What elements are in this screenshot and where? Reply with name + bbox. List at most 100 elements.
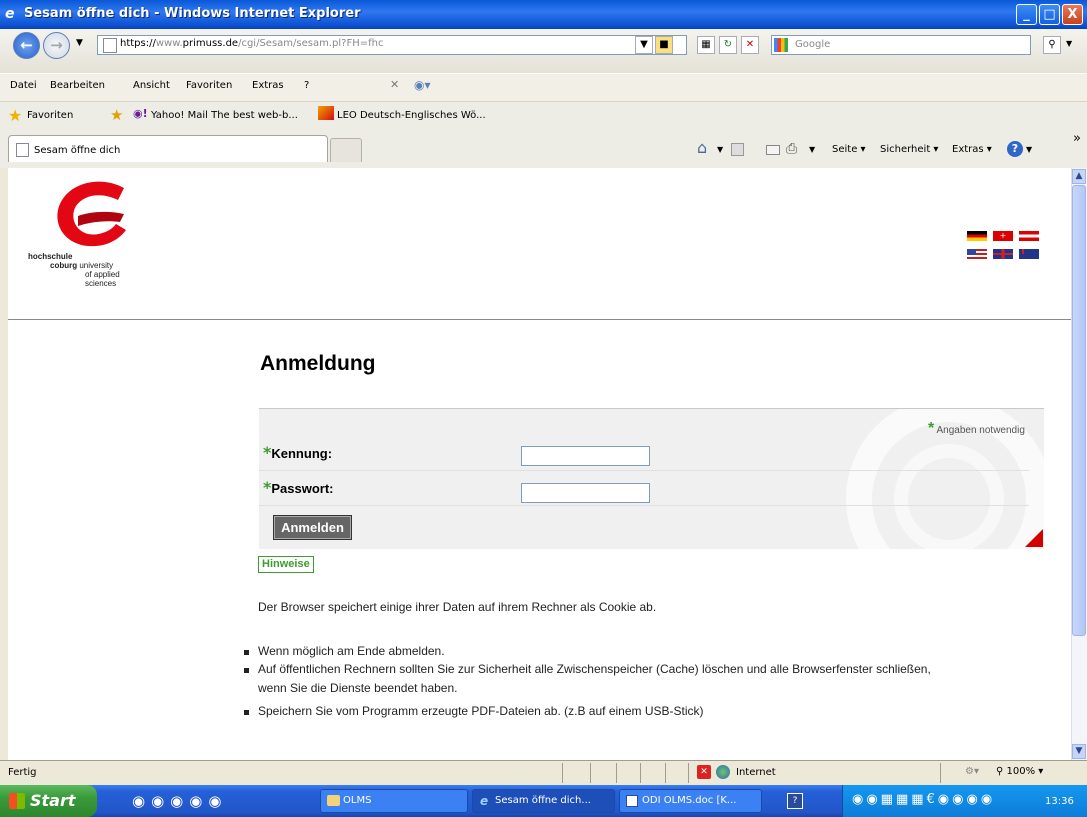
bullet-item-3: Speichern Sie vom Programm erzeugte PDF-… (258, 704, 704, 718)
coburg-logo-icon (57, 181, 127, 247)
status-text: Fertig (8, 767, 37, 778)
favorites-star-icon[interactable]: ★ (8, 106, 22, 125)
favorite-yahoo[interactable]: Yahoo! Mail The best web-b... (151, 110, 298, 121)
help-icon[interactable]: ? (1007, 141, 1023, 157)
password-label: *Passwort: (263, 478, 334, 497)
new-tab-button[interactable] (330, 138, 362, 162)
feeds-icon[interactable] (731, 143, 744, 156)
refresh-icon[interactable]: ↻ (719, 36, 737, 54)
menu-help[interactable]: ? (304, 80, 309, 91)
login-button[interactable]: Anmelden (273, 515, 352, 540)
scroll-thumb[interactable] (1072, 185, 1086, 636)
tab-page-icon (16, 143, 29, 157)
password-label-text: Passwort: (271, 481, 334, 496)
back-button[interactable]: ← (13, 32, 40, 59)
language-icon[interactable]: ? (787, 793, 803, 809)
bullet-item-1: Wenn möglich am Ende abmelden. (258, 644, 445, 658)
logo-text: hochschule coburg university of applied … (28, 252, 120, 288)
safety-menu[interactable]: Sicherheit ▾ (880, 144, 938, 155)
internet-zone-icon (716, 765, 730, 779)
compatibility-icon[interactable]: ▦ (697, 36, 715, 54)
bullet-marker (244, 650, 249, 655)
favorite-leo[interactable]: LEO Deutsch-Englisches Wö... (337, 110, 486, 121)
taskbar-item-word[interactable]: ODI OLMS.doc [K... (619, 789, 762, 813)
ie-icon: e (5, 6, 15, 22)
scroll-up-button[interactable]: ▲ (1072, 169, 1086, 184)
maximize-button[interactable]: □ (1039, 4, 1060, 25)
password-field[interactable] (521, 483, 650, 503)
left-border (0, 168, 8, 760)
search-button[interactable]: ⚲ (1043, 36, 1061, 54)
print-dropdown-icon[interactable]: ▼ (809, 145, 815, 154)
flag-at-icon[interactable] (1019, 231, 1039, 241)
page-menu[interactable]: Seite ▾ (832, 144, 866, 155)
tools-menu[interactable]: Extras ▾ (952, 144, 992, 155)
flag-au-icon[interactable] (1019, 249, 1039, 259)
close-button[interactable]: X (1062, 4, 1083, 25)
toolbar-close-icon[interactable]: ✕ (390, 78, 399, 91)
menu-ansicht[interactable]: Ansicht (133, 80, 170, 91)
home-dropdown-icon[interactable]: ▼ (717, 145, 723, 154)
more-commands-icon[interactable]: » (1073, 131, 1081, 146)
login-form (259, 408, 1044, 549)
google-icon (774, 38, 788, 52)
address-url[interactable]: https://www.primuss.de/cgi/Sesam/sesam.p… (120, 38, 383, 49)
mail-icon[interactable] (766, 145, 780, 155)
menu-favoriten[interactable]: Favoriten (186, 80, 232, 91)
window-title: Sesam öffne dich - Windows Internet Expl… (24, 6, 361, 21)
windows-logo-icon (9, 793, 25, 809)
logo-line-2a: coburg (50, 261, 78, 270)
stop-icon[interactable]: ✕ (741, 36, 759, 54)
favorites-button[interactable]: Favoriten (27, 110, 73, 121)
tray-icons[interactable]: ◉◉▦▦▦€◉◉◉◉ (852, 792, 995, 807)
required-note-text: Angaben notwendig (936, 425, 1025, 436)
menu-extras[interactable]: Extras (252, 80, 284, 91)
address-dropdown-icon[interactable]: ▼ (635, 36, 653, 54)
username-field[interactable] (521, 446, 650, 466)
forward-button[interactable]: → (43, 32, 70, 59)
status-divider (640, 763, 641, 783)
flag-ch-icon[interactable]: + (993, 231, 1013, 241)
help-dropdown-icon[interactable]: ▼ (1026, 145, 1032, 154)
addons-icon[interactable]: ◉▾ (414, 78, 431, 92)
hints-link[interactable]: Hinweise (258, 556, 314, 573)
yahoo-icon: ◉! (133, 107, 148, 120)
zone-text: Internet (736, 767, 776, 778)
add-favorite-icon[interactable]: ★ (110, 106, 123, 124)
zoom-control[interactable]: ⚲ 100% ▾ (996, 766, 1043, 777)
logo-line-2: coburg university (28, 261, 120, 270)
taskbar-item-sesam[interactable]: Sesam öffne dich... (472, 789, 615, 813)
security-status-icon[interactable]: ⚙▾ (965, 766, 979, 777)
flag-gb-icon[interactable] (993, 249, 1013, 259)
lock-icon[interactable]: ■ (655, 36, 673, 54)
form-divider-2 (259, 505, 1029, 506)
url-path: /cgi/Sesam/sesam.pl?FH=fhc (238, 38, 384, 49)
status-bar (0, 760, 1087, 786)
cookie-notice: Der Browser speichert einige ihrer Daten… (258, 600, 657, 614)
scroll-down-button[interactable]: ▼ (1072, 744, 1086, 759)
taskbar-item-olms[interactable]: OLMS (320, 789, 468, 813)
tab-title: Sesam öffne dich (34, 145, 121, 156)
word-doc-icon (626, 795, 638, 807)
search-options-icon[interactable]: ▼ (1066, 39, 1072, 48)
quicklaunch-icons[interactable]: ◉◉◉◉◉ (132, 792, 227, 810)
print-icon[interactable]: ⎙ (786, 141, 797, 157)
start-button[interactable]: Start (0, 785, 97, 817)
menu-datei[interactable]: Datei (10, 80, 37, 91)
logo-line-4: sciences (85, 279, 117, 288)
home-icon[interactable]: ⌂ (697, 138, 707, 157)
bullet-item-2: Auf öffentlichen Rechnern sollten Sie zu… (258, 662, 931, 676)
menu-bearbeiten[interactable]: Bearbeiten (50, 80, 105, 91)
flag-de-icon[interactable] (967, 231, 987, 241)
page-icon (103, 38, 117, 53)
page-menu-label: Seite (832, 144, 858, 155)
zoom-level: 100% (1006, 766, 1036, 777)
history-dropdown-icon[interactable]: ▼ (76, 38, 83, 48)
username-label-text: Kennung: (271, 446, 333, 461)
minimize-button[interactable]: _ (1016, 4, 1037, 25)
form-divider (259, 470, 1029, 471)
flag-us-icon[interactable] (967, 249, 987, 259)
required-star-icon: * (928, 420, 935, 437)
status-divider (616, 763, 617, 783)
safety-menu-label: Sicherheit (880, 144, 931, 155)
